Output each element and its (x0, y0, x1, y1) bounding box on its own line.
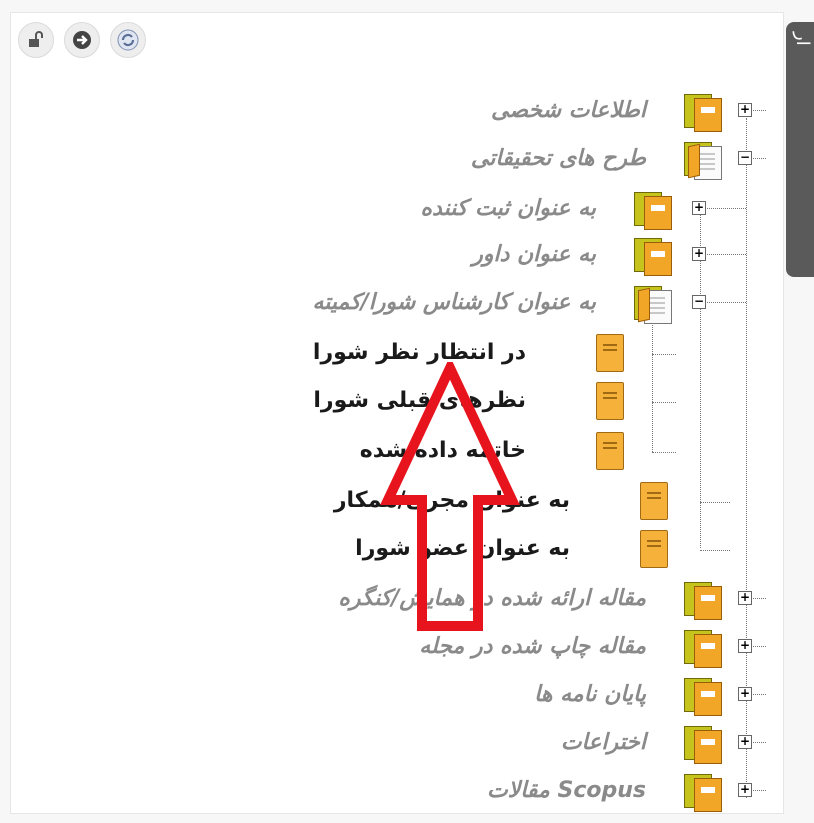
tree-node[interactable]: + به عنوان داور (0, 236, 780, 276)
tree-connector (652, 402, 676, 403)
tree-connector (700, 208, 746, 209)
tree-connector (700, 550, 730, 551)
tree-node[interactable]: + مقالات Scopus (0, 772, 780, 812)
document-icon (596, 334, 624, 372)
expand-toggle[interactable]: + (738, 687, 752, 701)
expand-toggle[interactable]: + (738, 591, 752, 605)
tree-node[interactable]: + اختراعات (0, 724, 780, 764)
folder-icon (684, 94, 722, 132)
tree-node[interactable]: + اطلاعات شخصی (0, 92, 780, 132)
expand-toggle[interactable]: + (692, 247, 706, 261)
toolbar (18, 22, 146, 58)
tree-connector (652, 452, 676, 453)
folder-icon (684, 726, 722, 764)
tree-connector (700, 302, 746, 303)
folder-icon (684, 774, 722, 812)
expand-toggle[interactable]: + (738, 103, 752, 117)
annotation-arrow-shape (380, 362, 520, 631)
open-folder-icon (684, 142, 722, 180)
refresh-button[interactable] (110, 22, 146, 58)
document-icon (596, 382, 624, 420)
tree-node[interactable]: + مقاله چاپ شده در مجله (0, 628, 780, 668)
tree-node-label: پایان نامه ها (534, 682, 646, 707)
folder-icon (634, 192, 672, 230)
tree-node-label: به عنوان داور (472, 242, 596, 267)
document-icon (640, 482, 668, 520)
document-icon (640, 530, 668, 568)
forward-icon (73, 31, 91, 49)
tree-node-label: مقاله چاپ شده در مجله (419, 634, 646, 659)
tree-node-label: به عنوان کارشناس شورا/کمیته (312, 290, 596, 315)
tree-node[interactable]: − به عنوان کارشناس شورا/کمیته (0, 284, 780, 324)
refresh-icon (117, 29, 139, 51)
tree-connector (700, 502, 730, 503)
expand-toggle[interactable]: + (738, 639, 752, 653)
side-tab-label: ار (792, 32, 813, 46)
expand-toggle[interactable]: + (738, 783, 752, 797)
collapse-toggle[interactable]: − (738, 151, 752, 165)
collapse-toggle[interactable]: − (692, 295, 706, 309)
tree-node-label: مقالات Scopus (486, 778, 646, 803)
tree-connector (700, 254, 746, 255)
expand-toggle[interactable]: + (692, 201, 706, 215)
annotation-arrow-icon (380, 362, 520, 631)
folder-icon (684, 630, 722, 668)
tree-node-label: به عنوان ثبت کننده (420, 196, 596, 221)
tree-node[interactable]: + به عنوان ثبت کننده (0, 190, 780, 230)
side-tab[interactable]: ار (786, 22, 814, 277)
unlock-icon (29, 31, 43, 47)
tree-node-label: طرح های تحقیقاتی (470, 146, 646, 171)
tree-connector (652, 354, 676, 355)
folder-icon (634, 238, 672, 276)
folder-icon (684, 678, 722, 716)
document-icon (596, 432, 624, 470)
tree-node[interactable]: − طرح های تحقیقاتی (0, 140, 780, 180)
tree-node[interactable]: + پایان نامه ها (0, 676, 780, 716)
tree-node-label: اطلاعات شخصی (491, 98, 646, 123)
open-folder-icon (634, 286, 672, 324)
unlock-button[interactable] (18, 22, 54, 58)
expand-toggle[interactable]: + (738, 735, 752, 749)
tree-node-label: اختراعات (560, 730, 646, 755)
forward-button[interactable] (64, 22, 100, 58)
folder-icon (684, 582, 722, 620)
